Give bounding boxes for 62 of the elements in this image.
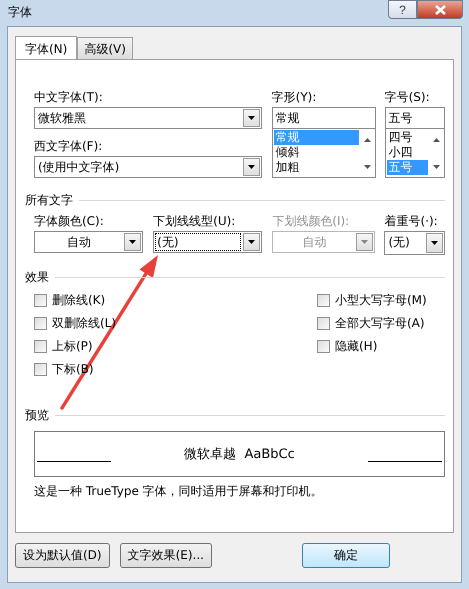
checkbox-label: 小型大写字母(M) bbox=[335, 292, 427, 309]
checkbox-label: 上标(P) bbox=[52, 338, 93, 355]
help-button[interactable]: ? bbox=[388, 0, 417, 19]
preview-text: 微软卓越 AaBbCc bbox=[184, 446, 295, 463]
list-item[interactable]: 倾斜 bbox=[274, 145, 359, 160]
dropdown-field[interactable]: (无) bbox=[153, 231, 262, 253]
field-label: 下划线线型(U): bbox=[153, 214, 236, 230]
caret-icon bbox=[248, 240, 256, 244]
field-label: 着重号(·): bbox=[384, 214, 439, 230]
field-label: 西文字体(F): bbox=[34, 139, 104, 155]
field-label: 下划线颜色(I): bbox=[272, 214, 350, 230]
dropdown-field[interactable]: (无) bbox=[384, 231, 445, 255]
checkbox-label: 删除线(K) bbox=[52, 292, 106, 309]
window-title: 字体 bbox=[8, 4, 32, 21]
checkbox[interactable] bbox=[317, 317, 330, 330]
dropdown-field[interactable]: (使用中文字体) bbox=[34, 156, 262, 178]
field-label: 中文字体(T): bbox=[34, 90, 104, 106]
scroll-up-icon[interactable] bbox=[364, 138, 371, 142]
scroll-up-icon[interactable] bbox=[433, 138, 440, 142]
text-field[interactable]: 常规 bbox=[272, 107, 376, 129]
checkbox[interactable] bbox=[34, 340, 47, 353]
list-box[interactable]: 四号 小四 五号 bbox=[384, 129, 445, 178]
checkbox-label: 全部大写字母(A) bbox=[335, 315, 425, 332]
group-title: 效果 bbox=[25, 268, 49, 286]
dropdown-button[interactable] bbox=[242, 158, 260, 176]
scroll-down-icon[interactable] bbox=[433, 165, 440, 169]
close-icon bbox=[434, 4, 446, 14]
group-title: 预览 bbox=[25, 406, 49, 424]
caret-icon bbox=[431, 241, 438, 245]
dialog-button[interactable]: 设为默认值(D) bbox=[15, 543, 110, 568]
group-title: 所有文字 bbox=[25, 192, 73, 208]
tab[interactable]: 字体(N) bbox=[15, 36, 78, 60]
dropdown-field[interactable]: 微软雅黑 bbox=[34, 107, 262, 129]
dialog-button[interactable]: 确定 bbox=[302, 543, 390, 568]
scroll-down-icon[interactable] bbox=[364, 165, 371, 169]
dropdown-button[interactable] bbox=[426, 233, 443, 253]
description-text: 这是一种 TrueType 字体，同时适用于屏幕和打印机。 bbox=[34, 483, 324, 500]
field-label: 字体颜色(C): bbox=[34, 214, 105, 230]
list-item[interactable]: 四号 bbox=[386, 130, 428, 145]
caret-icon bbox=[248, 165, 255, 169]
checkbox[interactable] bbox=[34, 363, 47, 376]
text-field[interactable]: 五号 bbox=[384, 107, 445, 129]
list-box[interactable]: 常规 倾斜 加粗 bbox=[272, 129, 376, 178]
checkbox-label: 隐藏(H) bbox=[335, 338, 378, 355]
list-item[interactable]: 小四 bbox=[386, 145, 428, 160]
dropdown-button[interactable] bbox=[242, 109, 260, 127]
dropdown-field[interactable]: 自动 bbox=[34, 231, 144, 253]
checkbox[interactable] bbox=[34, 317, 47, 330]
field-label: 字形(Y): bbox=[272, 90, 318, 106]
checkbox[interactable] bbox=[317, 294, 330, 307]
dialog-button[interactable]: 文字效果(E)... bbox=[120, 543, 212, 568]
caret-icon bbox=[361, 240, 368, 244]
list-item[interactable]: 加粗 bbox=[274, 160, 359, 175]
caret-icon bbox=[129, 240, 136, 244]
close-button[interactable] bbox=[417, 0, 463, 19]
dropdown-button[interactable] bbox=[243, 233, 260, 251]
checkbox[interactable] bbox=[317, 340, 330, 353]
dropdown-button[interactable] bbox=[124, 233, 142, 251]
caret-icon bbox=[248, 116, 255, 120]
field-label: 字号(S): bbox=[384, 90, 431, 106]
tab[interactable]: 高级(V) bbox=[77, 37, 133, 59]
checkbox[interactable] bbox=[34, 294, 47, 307]
